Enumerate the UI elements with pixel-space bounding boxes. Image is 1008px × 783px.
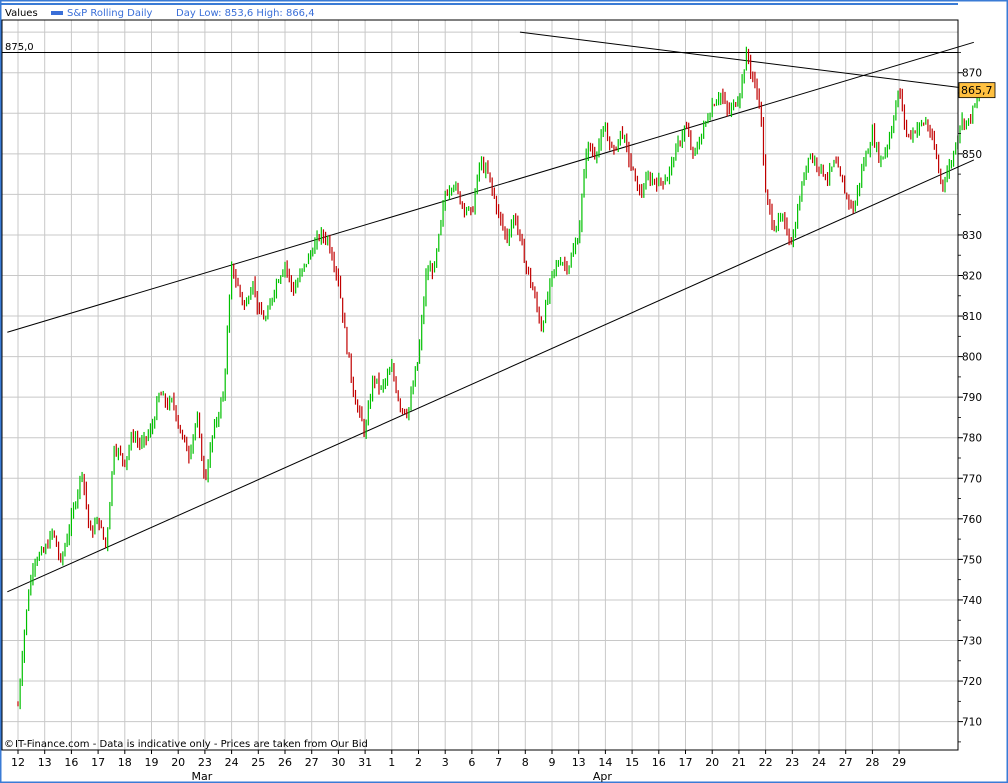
y-tick-label: 780 bbox=[962, 433, 982, 445]
x-tick-label: 23 bbox=[785, 756, 799, 769]
x-axis: 12 13 16 17 18 19 20 23 24 25 26 27 30 31 1 2 3 6 7 8 9 13 14 1… bbox=[11, 750, 906, 783]
current-price-label: 865,7 bbox=[961, 84, 993, 97]
x-tick-label: 27 bbox=[839, 756, 853, 769]
month-label: Mar bbox=[192, 770, 213, 783]
x-tick-label: 21 bbox=[732, 756, 746, 769]
y-tick-label: 770 bbox=[962, 473, 982, 485]
y-tick-label: 750 bbox=[962, 554, 982, 566]
x-tick-label: 12 bbox=[11, 756, 25, 769]
x-tick-label: 28 bbox=[865, 756, 879, 769]
y-tick-label: 820 bbox=[962, 271, 982, 283]
x-tick-label: 30 bbox=[331, 756, 345, 769]
x-tick-label: 3 bbox=[442, 756, 449, 769]
y-tick-label: 720 bbox=[962, 676, 982, 688]
reference-level-label: 875,0 bbox=[5, 42, 34, 53]
x-tick-label: 15 bbox=[625, 756, 639, 769]
x-tick-label: 20 bbox=[705, 756, 719, 769]
x-tick-label: 2 bbox=[415, 756, 422, 769]
footer-note: IT-Finance.com - Data is indicative only… bbox=[15, 739, 368, 750]
x-tick-label: 22 bbox=[759, 756, 773, 769]
y-tick-label: 870 bbox=[962, 68, 982, 80]
x-tick-label: 8 bbox=[522, 756, 529, 769]
x-tick-label: 7 bbox=[495, 756, 502, 769]
day-range: Day Low: 853,6 High: 866,4 bbox=[176, 8, 315, 19]
y-tick-label: 730 bbox=[962, 636, 982, 648]
x-tick-label: 25 bbox=[251, 756, 265, 769]
y-tick-label: 830 bbox=[962, 230, 982, 242]
x-tick-label: 13 bbox=[38, 756, 52, 769]
current-price-badge: 865,7 bbox=[958, 82, 996, 99]
x-tick-label: 24 bbox=[812, 756, 826, 769]
x-tick-label: 14 bbox=[598, 756, 612, 769]
x-tick-label: 29 bbox=[892, 756, 906, 769]
footer-copyright-icon: © bbox=[4, 739, 14, 750]
x-tick-label: 24 bbox=[225, 756, 239, 769]
y-tick-label: 740 bbox=[962, 595, 982, 607]
y-tick-label: 790 bbox=[962, 392, 982, 404]
x-tick-label: 13 bbox=[572, 756, 586, 769]
y-tick-label: 850 bbox=[962, 149, 982, 161]
series-name: S&P Rolling Daily bbox=[67, 8, 153, 19]
month-label: Apr bbox=[593, 770, 613, 783]
x-tick-label: 1 bbox=[388, 756, 395, 769]
x-tick-label: 6 bbox=[468, 756, 475, 769]
x-tick-label: 19 bbox=[145, 756, 159, 769]
values-label: Values bbox=[5, 8, 38, 19]
x-tick-label: 16 bbox=[64, 756, 78, 769]
x-tick-label: 23 bbox=[198, 756, 212, 769]
y-tick-label: 710 bbox=[962, 717, 982, 729]
chart-grid bbox=[2, 20, 958, 750]
price-chart: 7107207307407507607707807908008108208308… bbox=[0, 0, 1008, 783]
legend-swatch bbox=[51, 11, 63, 15]
x-tick-label: 17 bbox=[91, 756, 105, 769]
x-tick-label: 16 bbox=[652, 756, 666, 769]
y-tick-label: 760 bbox=[962, 514, 982, 526]
y-tick-label: 810 bbox=[962, 311, 982, 323]
y-tick-label: 800 bbox=[962, 352, 982, 364]
x-tick-label: 31 bbox=[358, 756, 372, 769]
x-tick-label: 27 bbox=[305, 756, 319, 769]
x-tick-label: 26 bbox=[278, 756, 292, 769]
x-tick-label: 17 bbox=[679, 756, 693, 769]
x-tick-label: 20 bbox=[171, 756, 185, 769]
x-tick-label: 9 bbox=[549, 756, 556, 769]
x-tick-label: 18 bbox=[118, 756, 132, 769]
y-axis: 710 720 730 740 750 760 770 780 790 800 810 820 830 8… bbox=[958, 52, 982, 743]
